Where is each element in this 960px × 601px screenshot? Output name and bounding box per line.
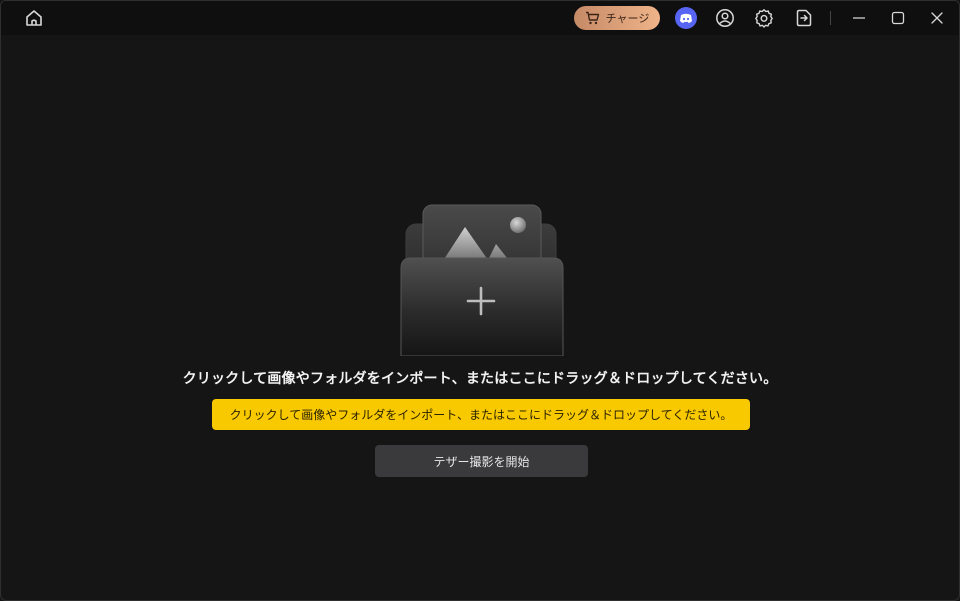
minimize-icon	[853, 17, 865, 19]
cart-icon	[585, 11, 599, 25]
discord-icon	[680, 13, 692, 23]
home-icon	[26, 10, 42, 26]
close-icon	[931, 12, 943, 24]
minimize-button[interactable]	[848, 7, 870, 29]
gear-icon	[755, 9, 773, 28]
drop-tooltip: クリックして画像やフォルダをインポート、またはここにドラッグ＆ドロップしてくださ…	[212, 399, 750, 430]
export-button[interactable]	[793, 7, 815, 29]
import-drop-zone[interactable]	[393, 196, 569, 357]
drop-instruction-text: クリックして画像やフォルダをインポート、またはここにドラッグ＆ドロップしてくださ…	[182, 371, 778, 387]
maximize-icon	[891, 11, 905, 25]
settings-button[interactable]	[753, 7, 775, 29]
maximize-button[interactable]	[887, 7, 909, 29]
charge-button[interactable]: チャージ	[574, 6, 660, 30]
charge-label: チャージ	[605, 12, 650, 25]
user-icon	[716, 9, 734, 27]
close-button[interactable]	[926, 7, 948, 29]
app-window: チャージ クリックして画像やフォルダをインポート、またはここにドラッグ＆ドロップ…	[0, 0, 960, 601]
folder-image-add-icon	[400, 204, 564, 357]
account-button[interactable]	[714, 7, 736, 29]
exit-icon	[796, 9, 812, 27]
discord-button[interactable]	[675, 7, 697, 29]
titlebar-divider	[830, 11, 831, 25]
title-bar: チャージ	[1, 1, 959, 35]
start-tether-button[interactable]: テザー撮影を開始	[375, 445, 588, 477]
home-button[interactable]	[23, 7, 45, 29]
